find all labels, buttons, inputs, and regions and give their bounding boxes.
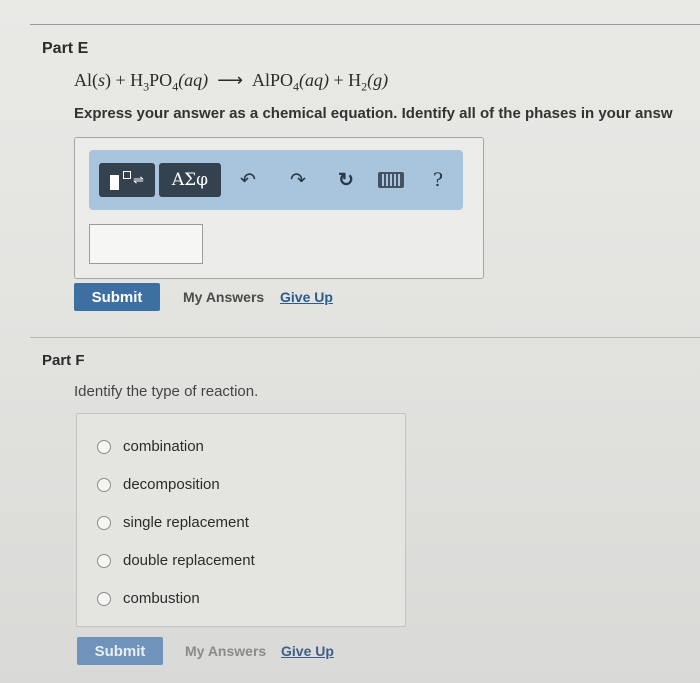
radio-button[interactable] [97,591,111,606]
reaction-equation: Al(s) + H3PO4(aq) ⟶ AlPO4(aq) + H2(g) [74,70,389,94]
part-f-title: Part F [42,352,85,369]
part-e-instruction: Express your answer as a chemical equati… [74,105,673,122]
option-combustion[interactable]: combustion [97,590,200,607]
radio-button[interactable] [97,477,111,492]
template-square-icon [123,171,132,179]
option-label: double replacement [123,552,255,569]
templates-button[interactable]: ⇌ [99,163,155,197]
reset-icon[interactable]: ↻ [333,163,359,197]
option-label: combination [123,438,204,455]
greek-symbols-button[interactable]: ΑΣφ [159,163,221,197]
option-combination[interactable]: combination [97,438,204,455]
part-e-give-up-link[interactable]: Give Up [280,289,333,305]
option-double-replacement[interactable]: double replacement [97,552,255,569]
reaction-type-options: combination decomposition single replace… [76,413,406,627]
template-block-icon [110,174,120,190]
part-f-question: Identify the type of reaction. [74,383,259,400]
option-decomposition[interactable]: decomposition [97,476,220,493]
part-f-my-answers-link[interactable]: My Answers [185,643,266,659]
radio-button[interactable] [97,439,111,454]
help-icon[interactable]: ? [425,163,451,197]
part-e-my-answers-link[interactable]: My Answers [183,289,264,305]
option-label: decomposition [123,476,220,493]
equation-toolbar: ⇌ ΑΣφ ↶ ↷ ↻ ? [89,150,463,210]
redo-icon[interactable]: ↷ [285,163,311,197]
part-e-submit-button[interactable]: Submit [74,283,160,311]
radio-button[interactable] [97,515,111,530]
undo-icon[interactable]: ↶ [235,163,261,197]
answer-editor: ⇌ ΑΣφ ↶ ↷ ↻ ? [74,137,484,279]
part-f-give-up-link[interactable]: Give Up [281,643,334,659]
answer-input[interactable] [89,224,203,264]
option-label: single replacement [123,514,249,531]
top-divider [30,24,700,25]
radio-button[interactable] [97,553,111,568]
part-f-submit-button[interactable]: Submit [77,637,163,665]
option-label: combustion [123,590,200,607]
equilibrium-arrows-icon: ⇌ [133,172,144,187]
section-divider [30,337,700,338]
keyboard-icon[interactable] [377,163,405,197]
option-single-replacement[interactable]: single replacement [97,514,249,531]
part-e-title: Part E [42,40,89,57]
